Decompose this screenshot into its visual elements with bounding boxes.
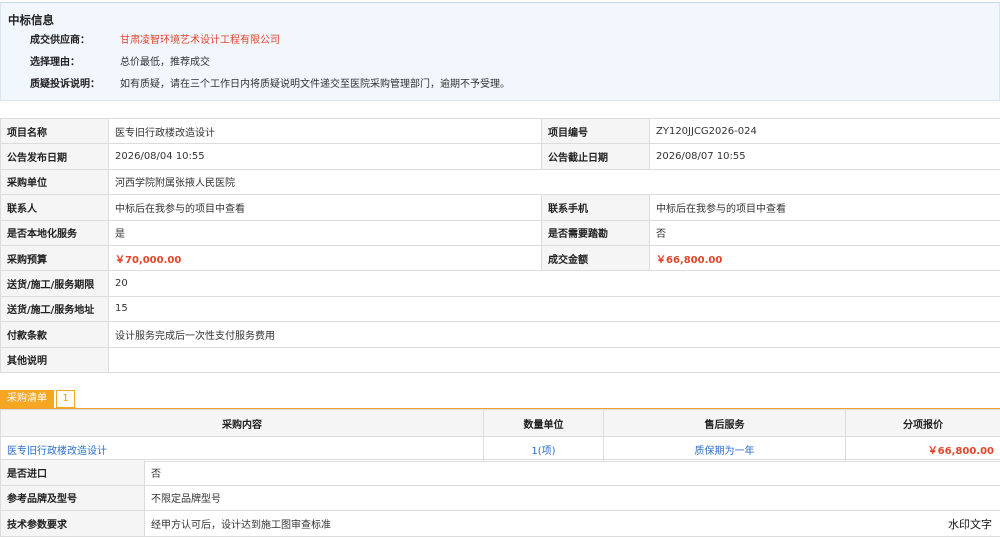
watermark-text: 水印文字 <box>948 516 992 532</box>
table-row: 公告发布日期 2026/08/04 10:55 公告截止日期 2026/08/0… <box>1 144 1000 169</box>
table-row: 医专旧行政楼改造设计 1(项) 质保期为一年 ￥66,800.00 <box>1 437 1000 462</box>
project-no-value: ZY120JJCG2026-024 <box>650 119 1000 144</box>
address-label: 送货/施工/服务地址 <box>1 296 109 321</box>
reason-value: 总价最低，推荐成交 <box>120 54 210 72</box>
project-name-value: 医专旧行政楼改造设计 <box>109 119 542 144</box>
payment-value: 设计服务完成后一次性支付服务费用 <box>109 322 1000 347</box>
purchase-items-table: 采购内容 数量单位 售后服务 分项报价 医专旧行政楼改造设计 1(项) 质保期为… <box>0 409 1000 462</box>
winner-info-panel: 中标信息 成交供应商： 甘肃凌智环境艺术设计工程有限公司 选择理由： 总价最低，… <box>0 2 1000 101</box>
table-row: 是否本地化服务 是 是否需要踏勘 否 <box>1 220 1000 245</box>
tech-label: 技术参数要求 <box>1 511 145 537</box>
item-service: 质保期为一年 <box>604 437 846 462</box>
tab-purchase-list[interactable]: 采购清单 <box>0 390 54 408</box>
column-header-price: 分项报价 <box>846 410 1000 437</box>
site-visit-label: 是否需要踏勘 <box>542 220 650 245</box>
budget-value: ￥70,000.00 <box>109 245 542 270</box>
brand-value: 不限定品牌型号 <box>145 485 1000 511</box>
column-header-quantity: 数量单位 <box>484 410 604 437</box>
winner-info-title: 中标信息 <box>8 12 54 28</box>
column-header-service: 售后服务 <box>604 410 846 437</box>
item-content-link[interactable]: 医专旧行政楼改造设计 <box>1 437 484 462</box>
local-service-label: 是否本地化服务 <box>1 220 109 245</box>
publish-date-label: 公告发布日期 <box>1 144 109 169</box>
item-quantity: 1(项) <box>484 437 604 462</box>
table-row: 项目名称 医专旧行政楼改造设计 项目编号 ZY120JJCG2026-024 <box>1 119 1000 144</box>
purchase-list-count-badge: 1 <box>56 390 75 408</box>
tech-value: 经甲方认可后，设计达到施工图审查标准 <box>145 511 1000 537</box>
supplier-value: 甘肃凌智环境艺术设计工程有限公司 <box>120 32 280 50</box>
deadline-label: 公告截止日期 <box>542 144 650 169</box>
budget-label: 采购预算 <box>1 245 109 270</box>
complaint-value: 如有质疑，请在三个工作日内将质疑说明文件递交至医院采购管理部门，逾期不予受理。 <box>120 76 510 94</box>
purchaser-label: 采购单位 <box>1 169 109 194</box>
phone-value: 中标后在我参与的项目中查看 <box>650 195 1000 220</box>
site-visit-value: 否 <box>650 220 1000 245</box>
item-price: ￥66,800.00 <box>846 437 1000 462</box>
table-row: 联系人 中标后在我参与的项目中查看 联系手机 中标后在我参与的项目中查看 <box>1 195 1000 220</box>
table-row: 参考品牌及型号 不限定品牌型号 <box>1 485 1000 511</box>
table-row: 采购单位 河西学院附属张掖人民医院 <box>1 169 1000 194</box>
purchaser-value: 河西学院附属张掖人民医院 <box>109 169 1000 194</box>
column-header-content: 采购内容 <box>1 410 484 437</box>
address-value: 15 <box>109 296 1000 321</box>
project-info-table: 项目名称 医专旧行政楼改造设计 项目编号 ZY120JJCG2026-024 公… <box>0 118 1000 373</box>
deal-amount-label: 成交金额 <box>542 245 650 270</box>
payment-label: 付款条款 <box>1 322 109 347</box>
contact-value: 中标后在我参与的项目中查看 <box>109 195 542 220</box>
brand-label: 参考品牌及型号 <box>1 485 145 511</box>
supplier-label: 成交供应商： <box>30 32 110 50</box>
complaint-label: 质疑投诉说明： <box>30 76 110 94</box>
table-row: 其他说明 <box>1 347 1000 372</box>
table-header-row: 采购内容 数量单位 售后服务 分项报价 <box>1 410 1000 437</box>
period-value: 20 <box>109 271 1000 296</box>
table-row: 采购预算 ￥70,000.00 成交金额 ￥66,800.00 <box>1 245 1000 270</box>
deal-amount-value: ￥66,800.00 <box>650 245 1000 270</box>
table-row: 送货/施工/服务期限 20 <box>1 271 1000 296</box>
other-value <box>109 347 1000 372</box>
publish-date-value: 2026/08/04 10:55 <box>109 144 542 169</box>
table-row: 技术参数要求 经甲方认可后，设计达到施工图审查标准 <box>1 511 1000 537</box>
item-detail-table: 是否进口 否 参考品牌及型号 不限定品牌型号 技术参数要求 经甲方认可后，设计达… <box>0 459 1000 537</box>
other-label: 其他说明 <box>1 347 109 372</box>
table-row: 是否进口 否 <box>1 460 1000 486</box>
reason-label: 选择理由： <box>30 54 110 72</box>
period-label: 送货/施工/服务期限 <box>1 271 109 296</box>
table-row: 付款条款 设计服务完成后一次性支付服务费用 <box>1 322 1000 347</box>
import-label: 是否进口 <box>1 460 145 486</box>
phone-label: 联系手机 <box>542 195 650 220</box>
table-row: 送货/施工/服务地址 15 <box>1 296 1000 321</box>
import-value: 否 <box>145 460 1000 486</box>
project-name-label: 项目名称 <box>1 119 109 144</box>
contact-label: 联系人 <box>1 195 109 220</box>
local-service-value: 是 <box>109 220 542 245</box>
deadline-value: 2026/08/07 10:55 <box>650 144 1000 169</box>
purchase-list-tabbar: 采购清单 1 <box>0 390 1000 409</box>
project-no-label: 项目编号 <box>542 119 650 144</box>
